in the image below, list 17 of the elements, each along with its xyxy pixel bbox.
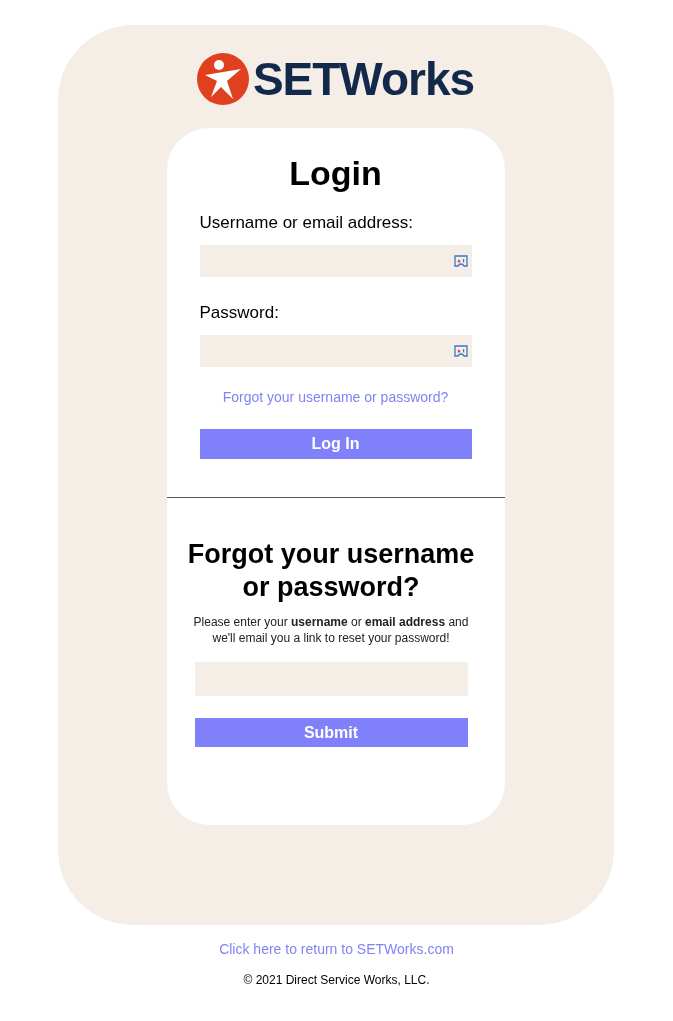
submit-button[interactable]: Submit [194,718,468,747]
autofill-icon[interactable] [452,343,469,359]
logo-icon [196,53,249,105]
autofill-icon[interactable] [452,253,469,269]
reset-instructions: Please enter your username or email address and we'll email you a link to reset your password! [192,614,470,646]
field-label: Username or email address: [199,213,415,233]
logo-text: SETWorks [252,52,475,106]
login-title: Login [288,154,383,193]
login-button[interactable]: Log In [199,429,472,459]
input-field[interactable] [199,245,472,277]
field-label: Password: [199,303,280,323]
copyright-text: © 2021 Direct Service Works, LLC. [243,973,430,987]
forgot-link[interactable]: Forgot your username or password? [199,389,472,405]
reset-field[interactable] [194,662,468,696]
input-field[interactable] [199,335,472,367]
return-link[interactable]: Click here to return to SETWorks.com [219,941,454,957]
reset-title: Forgot your username or password? [186,538,476,604]
